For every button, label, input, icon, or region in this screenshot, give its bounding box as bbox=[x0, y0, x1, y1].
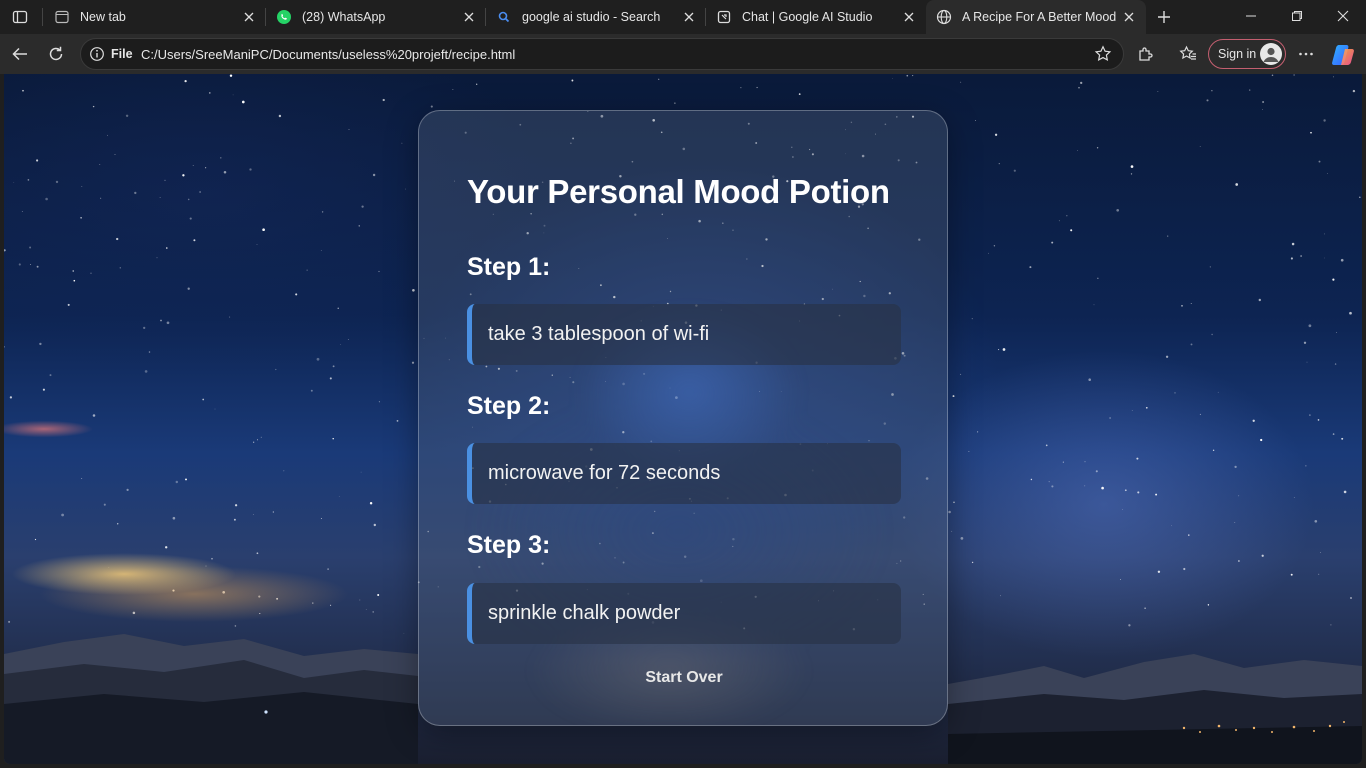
refresh-button[interactable] bbox=[42, 40, 70, 68]
sign-in-button[interactable]: Sign in bbox=[1208, 39, 1286, 69]
close-icon[interactable] bbox=[680, 8, 698, 26]
close-icon[interactable] bbox=[240, 8, 258, 26]
minimize-icon bbox=[1246, 15, 1256, 17]
tab-actions-icon[interactable] bbox=[8, 5, 32, 29]
back-arrow-icon bbox=[12, 47, 27, 61]
step-1-label: Step 1: bbox=[467, 253, 551, 281]
toolbar: File C:/Users/SreeManiPC/Documents/usele… bbox=[0, 34, 1366, 74]
tab-ai-studio[interactable]: Chat | Google AI Studio bbox=[706, 2, 926, 32]
avatar-icon bbox=[1260, 43, 1282, 65]
tab-recipe[interactable]: A Recipe For A Better Mood bbox=[926, 0, 1146, 34]
start-over-button[interactable]: Start Over bbox=[419, 669, 947, 687]
extensions-button[interactable] bbox=[1132, 40, 1160, 68]
globe-icon bbox=[936, 9, 952, 25]
file-label: File bbox=[111, 47, 133, 61]
more-menu-button[interactable] bbox=[1292, 40, 1320, 68]
page-title: Your Personal Mood Potion bbox=[467, 173, 890, 210]
tab-strip: New tab (28) WhatsApp google ai studio -… bbox=[0, 0, 1366, 34]
site-info-button[interactable]: File bbox=[89, 46, 133, 62]
tab-new-tab[interactable]: New tab bbox=[44, 2, 266, 32]
address-bar[interactable]: File C:/Users/SreeManiPC/Documents/usele… bbox=[80, 38, 1124, 70]
restore-button[interactable] bbox=[1274, 0, 1320, 32]
copilot-icon[interactable] bbox=[1330, 42, 1356, 68]
restore-icon bbox=[1292, 11, 1302, 21]
favorites-button[interactable] bbox=[1174, 40, 1202, 68]
close-icon[interactable] bbox=[900, 8, 918, 26]
step-3-label: Step 3: bbox=[467, 531, 551, 559]
favorite-star-icon[interactable] bbox=[1093, 44, 1113, 64]
step-3-text: sprinkle chalk powder bbox=[467, 583, 901, 644]
tab-title: google ai studio - Search bbox=[522, 10, 661, 24]
tab-title: A Recipe For A Better Mood bbox=[962, 10, 1117, 24]
new-tab-button[interactable] bbox=[1152, 5, 1176, 29]
step-2-text: microwave for 72 seconds bbox=[467, 443, 901, 504]
step-2-label: Step 2: bbox=[467, 392, 551, 420]
tab-separator bbox=[42, 8, 43, 26]
newtab-icon bbox=[54, 9, 70, 25]
close-icon[interactable] bbox=[1120, 8, 1138, 26]
ai-studio-icon bbox=[716, 9, 732, 25]
search-icon bbox=[496, 9, 512, 25]
back-button[interactable] bbox=[6, 40, 34, 68]
puzzle-icon bbox=[1139, 47, 1153, 61]
minimize-button[interactable] bbox=[1228, 0, 1274, 32]
ellipsis-icon bbox=[1299, 52, 1313, 56]
page-viewport: Your Personal Mood Potion Step 1: take 3… bbox=[4, 74, 1362, 764]
close-icon bbox=[1337, 10, 1349, 22]
close-window-button[interactable] bbox=[1320, 0, 1366, 32]
tab-title: New tab bbox=[80, 10, 126, 24]
favorites-icon bbox=[1179, 45, 1196, 60]
recipe-card: Your Personal Mood Potion Step 1: take 3… bbox=[418, 110, 948, 726]
url-text[interactable]: C:/Users/SreeManiPC/Documents/useless%20… bbox=[141, 47, 515, 62]
whatsapp-icon bbox=[276, 9, 292, 25]
tab-title: (28) WhatsApp bbox=[302, 10, 386, 24]
tab-title: Chat | Google AI Studio bbox=[742, 10, 873, 24]
cloud bbox=[4, 404, 124, 444]
tab-whatsapp[interactable]: (28) WhatsApp bbox=[266, 2, 486, 32]
sign-in-label: Sign in bbox=[1218, 47, 1257, 61]
tab-search[interactable]: google ai studio - Search bbox=[486, 2, 706, 32]
plus-icon bbox=[1158, 11, 1170, 23]
close-icon[interactable] bbox=[460, 8, 478, 26]
step-1-text: take 3 tablespoon of wi-fi bbox=[467, 304, 901, 365]
refresh-icon bbox=[49, 46, 63, 61]
info-icon bbox=[90, 47, 104, 61]
